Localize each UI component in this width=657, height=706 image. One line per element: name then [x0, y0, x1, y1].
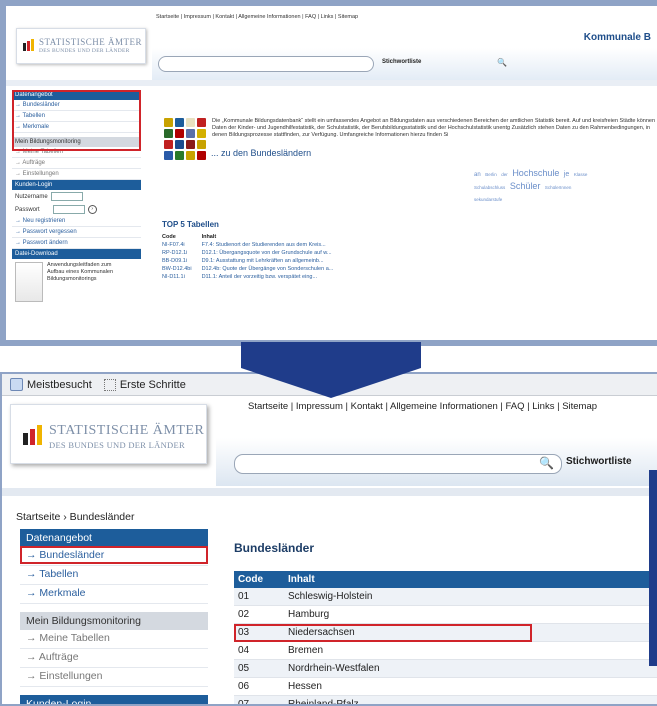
side-panel	[649, 470, 657, 666]
statistische-aemter-logo[interactable]: STATISTISCHE ÄMTER DES BUNDES UND DER LÄ…	[16, 28, 146, 64]
page-icon	[103, 378, 116, 391]
password-label: Passwort	[15, 206, 40, 213]
table-row[interactable]: 07 Rheinland-Pfalz	[234, 695, 657, 704]
search-bar: 🔍 Stichwortliste	[152, 48, 657, 80]
download-item[interactable]: Anwendungsleitfaden zum Aufbau eines Kom…	[12, 259, 141, 305]
tag[interactable]: Hochschule	[512, 168, 559, 178]
table-row[interactable]: BW-D12.4bi D12.4b: Quote der Übergänge vo…	[162, 265, 343, 273]
bookmark-icon	[10, 378, 23, 391]
search-icon[interactable]: 🔍	[539, 456, 554, 470]
tag[interactable]: Klasse	[574, 172, 588, 177]
down-arrow-icon	[241, 342, 421, 398]
top5-table: Code Inhalt NI-F07.4i F7.4: Studienort der…	[162, 233, 343, 281]
flag-icon	[23, 39, 35, 51]
tag[interactable]: sekundarstufe	[474, 197, 502, 202]
username-row: Nutzername	[12, 190, 141, 203]
tag[interactable]: je	[564, 171, 569, 178]
page-title: Bundesländer	[234, 541, 315, 555]
tag[interactable]: SchülerInnen	[545, 185, 572, 190]
table-row[interactable]: NI-D11.1i D11.1: Anteil der vorzeitig bzw…	[162, 273, 343, 281]
state-crests	[164, 118, 206, 160]
sidebar-item-meine-tabellen[interactable]: → Meine Tabellen	[20, 630, 208, 649]
table-row[interactable]: 05 Nordrhein-Westfalen	[234, 659, 657, 678]
header-band	[6, 80, 657, 86]
header-band	[2, 488, 657, 496]
highlight-bundeslaender	[20, 546, 208, 564]
stichwortliste-link[interactable]: Stichwortliste	[382, 59, 421, 65]
brand-line1: STATISTISCHE ÄMTER	[49, 423, 205, 438]
sidebar-item-auftraege[interactable]: → Aufträge	[12, 158, 141, 169]
tag[interactable]: der	[501, 172, 508, 177]
tag[interactable]: Schulabschluss	[474, 185, 505, 190]
highlight-niedersachsen	[234, 624, 532, 642]
sidebar-item-einstellungen[interactable]: → Einstellungen	[20, 668, 208, 687]
column-header: Inhalt	[201, 234, 217, 240]
main-content: Die „Kommunale Bildungsdatenbank“ stellt…	[156, 96, 657, 340]
table-row[interactable]: NI-F07.4i F7.4: Studienort der Studierend…	[162, 241, 343, 249]
register-link[interactable]: → Neu registrieren	[12, 216, 141, 227]
table-row[interactable]: BB-D09.1i D9.1: Ausstattung mit Lehrkräft…	[162, 257, 343, 265]
sidebar-item-tabellen[interactable]: → Tabellen	[20, 566, 208, 585]
table-row[interactable]: 06 Hessen	[234, 677, 657, 696]
bookmark-erste-schritte[interactable]: Erste Schritte	[120, 379, 186, 391]
password-row: Passwort ›	[12, 203, 141, 216]
top5-title: TOP 5 Tabellen	[162, 220, 219, 229]
sidebar-heading-login: Kunden-Login	[12, 180, 141, 190]
flag-icon	[23, 425, 43, 445]
tag[interactable]: Schüler	[510, 181, 541, 191]
sidebar-heading-download: Datei-Download	[12, 249, 141, 259]
statistische-aemter-logo[interactable]: STATISTISCHE ÄMTER DES BUNDES UND DER LÄ…	[10, 404, 207, 464]
brand-line2: DES BUNDES UND DER LÄNDER	[39, 48, 130, 54]
table-row[interactable]: 01 Schleswig-Holstein	[234, 588, 657, 606]
brand-line2: DES BUNDES UND DER LÄNDER	[49, 440, 185, 450]
tag[interactable]: Berlin	[485, 172, 497, 177]
top-nav[interactable]: Startseite | Impressum | Kontakt | Allge…	[248, 401, 597, 412]
search-bar: 🔍 Stichwortliste	[216, 438, 657, 486]
intro-text: Die „Kommunale Bildungsdatenbank“ stellt…	[212, 118, 656, 138]
sidebar-heading-mein: Mein Bildungsmonitoring	[20, 612, 208, 630]
screenshot-bundeslaender-page: Meistbesucht Erste Schritte STATISTISCHE…	[0, 372, 657, 706]
download-text: Anwendungsleitfaden zum Aufbau eines Kom…	[47, 262, 114, 282]
search-input[interactable]: 🔍	[158, 56, 507, 72]
stichwortliste-link[interactable]: Stichwortliste	[566, 456, 632, 467]
sidebar-item-merkmale[interactable]: → Merkmale	[20, 585, 208, 604]
table-row[interactable]: 02 Hamburg	[234, 605, 657, 624]
bookmark-meistbesucht[interactable]: Meistbesucht	[27, 379, 92, 391]
top-nav[interactable]: Startseite | Impressum | Kontakt | Allge…	[156, 14, 358, 20]
search-icon[interactable]: 🔍	[497, 58, 507, 67]
username-input[interactable]	[50, 192, 83, 201]
screenshot-start-page: STATISTISCHE ÄMTER DES BUNDES UND DER LÄ…	[0, 0, 657, 346]
password-input[interactable]	[52, 205, 85, 214]
breadcrumb[interactable]: Startseite › Bundesländer	[16, 511, 134, 523]
sidebar-item-auftraege[interactable]: → Aufträge	[20, 649, 208, 668]
username-label: Nutzername	[15, 193, 48, 200]
table-row[interactable]: 04 Bremen	[234, 641, 657, 660]
column-header: Inhalt	[284, 571, 657, 588]
tag-cloud: an Berlin der Hochschule je Klasse Schul…	[474, 168, 654, 206]
highlight-datenangebot	[12, 90, 141, 151]
sidebar-heading-datenangebot: Datenangebot	[20, 529, 208, 547]
login-submit-icon[interactable]: ›	[87, 205, 97, 214]
bundeslaender-link[interactable]: ... zu den Bundesländern	[211, 148, 311, 158]
sidebar-item-einstellungen[interactable]: → Einstellungen	[12, 169, 141, 180]
brand-line1: STATISTISCHE ÄMTER	[39, 37, 143, 47]
forgot-password-link[interactable]: → Passwort vergessen	[12, 227, 141, 238]
column-header: Code	[234, 571, 284, 588]
column-header: Code	[162, 234, 176, 240]
change-password-link[interactable]: → Passwort ändern	[12, 238, 141, 249]
table-row[interactable]: RP-D12.1i D12.1: Übergangsquote von der G…	[162, 249, 343, 257]
search-input[interactable]: 🔍	[234, 454, 562, 474]
sidebar-heading-login: Kunden-Login	[20, 695, 208, 704]
site-title: Kommunale B	[583, 32, 651, 43]
tag[interactable]: an	[474, 172, 481, 178]
document-thumbnail	[15, 262, 43, 302]
